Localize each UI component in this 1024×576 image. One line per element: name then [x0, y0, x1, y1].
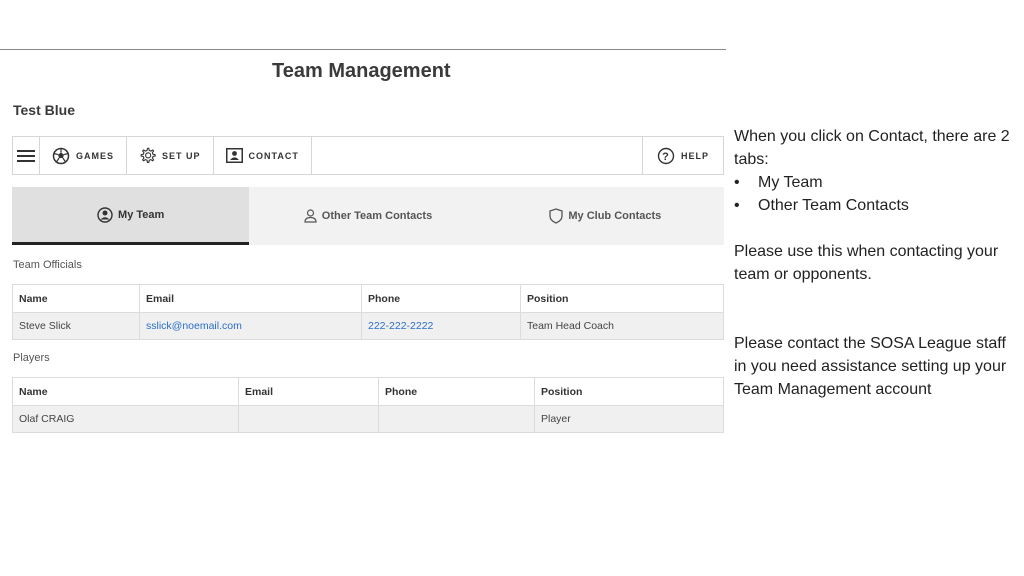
setup-nav-button[interactable]: SET UP: [127, 137, 214, 174]
players-table: Name Email Phone Position Olaf CRAIG Pla…: [12, 377, 724, 433]
player-position: Player: [534, 405, 724, 433]
table-header-row: Name Email Phone Position: [12, 284, 724, 313]
table-row: Steve Slick sslick@noemail.com 222-222-2…: [12, 312, 724, 340]
team-name: Test Blue: [13, 102, 75, 118]
games-nav-button[interactable]: GAMES: [40, 137, 128, 174]
official-position: Team Head Coach: [520, 312, 724, 340]
column-header-name: Name: [12, 377, 239, 406]
table-row: Olaf CRAIG Player: [12, 405, 724, 433]
team-officials-table: Name Email Phone Position Steve Slick ss…: [12, 284, 724, 340]
player-phone: [378, 405, 535, 433]
tab-my-team-label: My Team: [118, 208, 165, 221]
note-intro: When you click on Contact, there are 2 t…: [734, 128, 1010, 168]
team-officials-label: Team Officials: [13, 259, 82, 271]
player-name: Olaf CRAIG: [12, 405, 239, 433]
tab-my-club-contacts[interactable]: My Club Contacts: [487, 187, 724, 245]
assistance-note: Please contact the SOSA League staff in …: [734, 335, 1007, 398]
help-icon: ?: [657, 147, 675, 164]
note-bullet: Other Team Contacts: [734, 194, 1014, 217]
help-nav-label: HELP: [680, 150, 709, 161]
tab-my-club-contacts-label: My Club Contacts: [568, 210, 662, 222]
column-header-position: Position: [534, 377, 724, 406]
contact-card-icon: [225, 148, 243, 163]
usage-note: Please use this when contacting your tea…: [734, 243, 999, 283]
top-divider: [0, 49, 726, 50]
games-nav-label: GAMES: [76, 150, 115, 161]
contact-tabs-note: When you click on Contact, there are 2 t…: [734, 125, 1014, 217]
soccer-ball-icon: [52, 147, 70, 164]
column-header-email: Email: [139, 284, 362, 313]
table-header-row: Name Email Phone Position: [12, 377, 724, 406]
player-email: [238, 405, 379, 433]
tab-my-team[interactable]: My Team: [12, 187, 250, 245]
column-header-phone: Phone: [361, 284, 521, 313]
contact-nav-label: CONTACT: [248, 150, 299, 161]
person-outline-icon: [304, 209, 317, 223]
svg-text:?: ?: [662, 151, 670, 163]
help-nav-button[interactable]: ? HELP: [641, 137, 723, 174]
menu-button[interactable]: [13, 137, 40, 174]
page-title: Team Management: [272, 60, 451, 82]
shield-icon: [549, 208, 564, 224]
official-email-link[interactable]: sslick@noemail.com: [139, 312, 362, 340]
tab-other-team-contacts-label: Other Team Contacts: [321, 210, 433, 222]
official-name: Steve Slick: [12, 312, 140, 340]
column-header-position: Position: [520, 284, 724, 313]
column-header-email: Email: [238, 377, 379, 406]
players-label: Players: [13, 352, 50, 364]
setup-nav-label: SET UP: [162, 150, 201, 161]
note-bullet: My Team: [734, 171, 1014, 194]
team-nav-bar: GAMES SET UP CONTACT ? HELP: [12, 136, 724, 175]
person-circle-icon: [97, 206, 113, 223]
official-phone-link[interactable]: 222-222-2222: [361, 312, 521, 340]
contact-tabs: My Team Other Team Contacts My Club Cont…: [12, 187, 724, 245]
column-header-name: Name: [12, 284, 140, 313]
tab-other-team-contacts[interactable]: Other Team Contacts: [249, 187, 486, 245]
gear-icon: [140, 147, 156, 164]
contact-nav-button[interactable]: CONTACT: [214, 137, 312, 174]
hamburger-icon: [17, 149, 35, 162]
note-bullet-list: My Team Other Team Contacts: [734, 171, 1014, 217]
column-header-phone: Phone: [378, 377, 535, 406]
